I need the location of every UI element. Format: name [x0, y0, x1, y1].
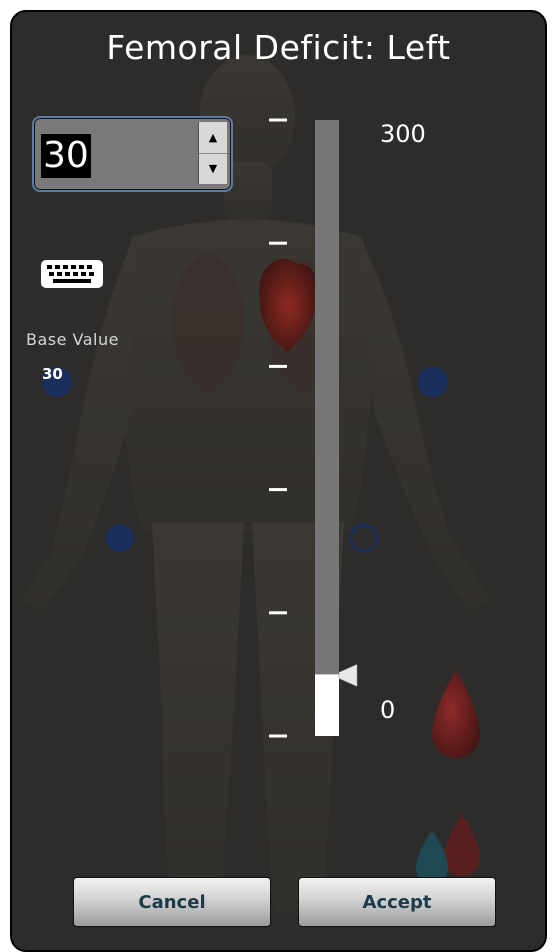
slider-handle: [338, 664, 358, 687]
femoral-deficit-dialog: Femoral Deficit: Left 30 ▲ ▼ Base Value …: [10, 10, 547, 952]
slider-tick: [269, 364, 287, 368]
slider-ticks: [269, 118, 287, 738]
accept-button[interactable]: Accept: [298, 877, 496, 927]
slider-tick: [269, 734, 287, 738]
slider-track: [315, 120, 339, 736]
slider-tick: [269, 611, 287, 615]
slider-tick: [269, 488, 287, 492]
slider-min-label: 0: [380, 696, 396, 724]
slider-max-label: 300: [380, 120, 426, 148]
slider-fill: [315, 674, 339, 736]
cancel-button[interactable]: Cancel: [73, 877, 271, 927]
slider-tick: [269, 241, 287, 245]
slider-tick: [269, 118, 287, 122]
value-slider[interactable]: [12, 12, 545, 950]
